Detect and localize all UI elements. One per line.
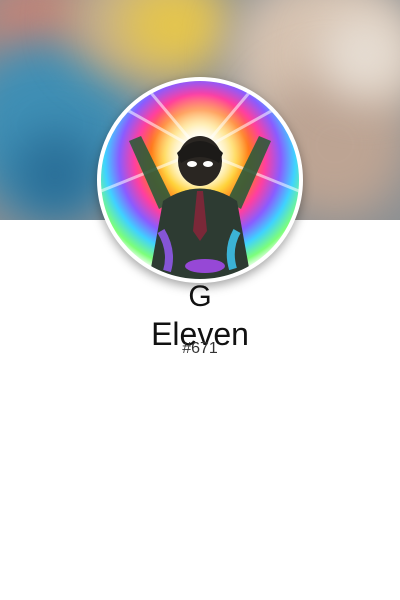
user-discriminator: #671: [182, 340, 218, 357]
avatar-image: [101, 81, 299, 279]
username-first-line: G: [188, 280, 212, 313]
avatar[interactable]: [97, 77, 303, 283]
